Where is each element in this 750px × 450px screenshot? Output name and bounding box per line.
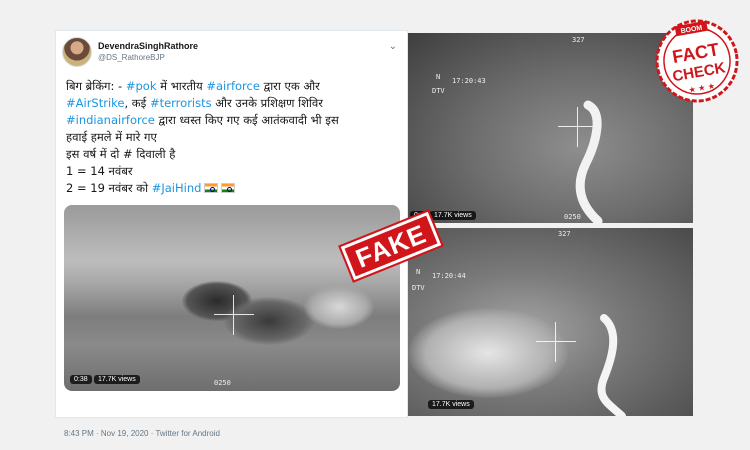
chevron-down-icon[interactable]: ⌄ [389,41,397,52]
tweet-text-line: #indianairforce द्वारा ध्वस्त किए गए कई … [66,112,396,129]
user-handle[interactable]: @DS_RathoreBJP [98,52,198,64]
tweet-text-segment: में भारतीय [156,79,207,93]
video-osd-code: 0250 [214,379,231,387]
tweet-text-line: 1 = 14 नवंबर [66,163,396,180]
tweet-text-line: इस वर्ष में दो # दिवाली है [66,146,396,163]
tweet-text-line: बिग ब्रेकिंग: - #pok में भारतीय #airforc… [66,78,396,95]
tweet-text-segment: 2 = 19 नवंबर को [66,181,152,195]
tweet-text-line: 2 = 19 नवंबर को #JaiHind [66,180,396,197]
targeting-crosshair [214,295,254,335]
video-duration: 0:38 [70,375,92,384]
hashtag-link[interactable]: #indianairforce [66,113,155,127]
hashtag-link[interactable]: #JaiHind [152,181,202,195]
hashtag-link[interactable]: #terrorists [150,96,212,110]
tweet-text-line: हवाई हमले में मारे गए [66,129,396,146]
video-views: 17.7K views [430,211,476,220]
avatar[interactable] [62,37,92,67]
author-names: DevendraSinghRathore @DS_RathoreBJP [98,40,198,64]
video-views: 17.7K views [428,400,474,409]
tweet-text-segment: , कई [124,96,150,110]
osd-code: 0250 [564,213,581,221]
tweet-header: DevendraSinghRathore @DS_RathoreBJP [62,37,198,67]
hashtag-link[interactable]: #AirStrike [66,96,124,110]
tweet-text-segment: 1 = 14 नवंबर [66,164,133,178]
hashtag-link[interactable]: #pok [126,79,157,93]
tweet-card: DevendraSinghRathore @DS_RathoreBJP ⌄ बि… [55,30,408,438]
video-views: 17.7K views [94,375,140,384]
tweet-text: बिग ब्रेकिंग: - #pok में भारतीय #airforc… [66,78,396,197]
india-flag-icon [204,183,219,193]
tweet-text-segment: और उनके प्रशिक्षण शिविर [211,96,324,110]
tweet-text-segment: हवाई हमले में मारे गए [66,130,157,144]
smoke-cloud [304,285,374,329]
factcheck-logo: BOOM FACT CHECK ★ ★ ★ [655,19,739,103]
india-flag-icon [221,183,236,193]
tweet-text-segment: इस वर्ष में दो # दिवाली है [66,147,176,161]
smoke-trail [597,314,626,416]
video-frame-bottom[interactable]: 327 N 17:20:44 DTV 17.7K views [408,228,693,416]
tweet-timestamp[interactable]: 8:43 PM · Nov 19, 2020 · Twitter for And… [64,429,220,438]
tweet-text-line: #AirStrike, कई #terrorists और उनके प्रशि… [66,95,396,112]
display-name[interactable]: DevendraSinghRathore [98,40,198,52]
hashtag-link[interactable]: #airforce [206,79,260,93]
tweet-text-segment: द्वारा एक और [259,79,320,93]
tweet-video[interactable]: 0250 0:38 17.7K views [64,205,400,391]
tweet-text-segment: द्वारा ध्वस्त किए गए कई आतंकवादी भी इस [154,113,339,127]
tweet-text-segment: बिग ब्रेकिंग: - [66,79,126,93]
